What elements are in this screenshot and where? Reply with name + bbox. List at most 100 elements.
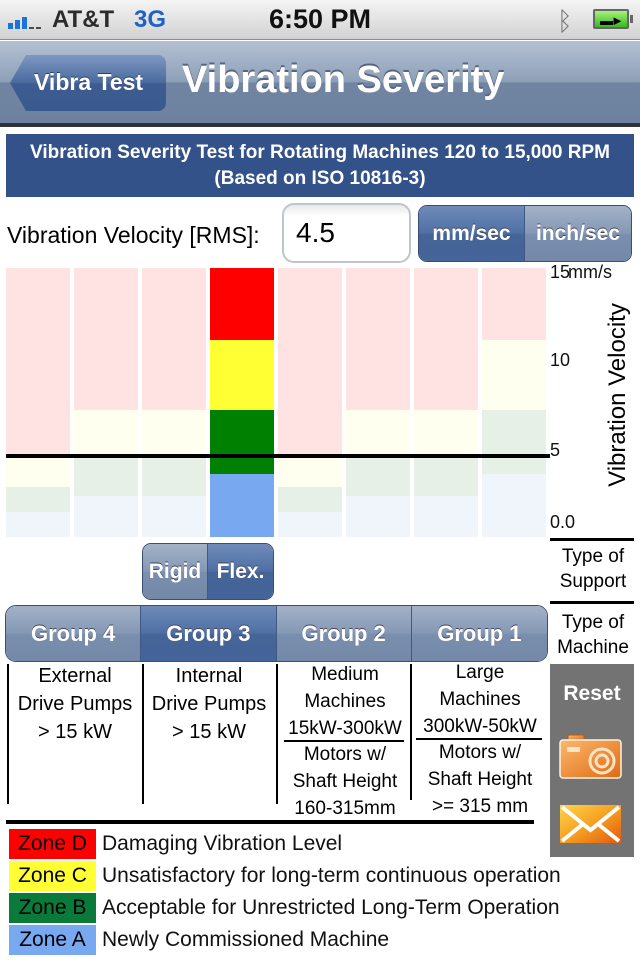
- y-tick-5: 5: [550, 440, 561, 460]
- desc-line: Machines: [304, 691, 386, 712]
- chart-column-group-3-rigid: [142, 268, 206, 537]
- zone-d-description: Damaging Vibration Level: [102, 832, 343, 855]
- desc-line: Drive Pumps: [17, 693, 133, 715]
- desc-line: External: [38, 665, 112, 687]
- back-button-label: Vibra Test: [34, 69, 144, 95]
- unit-mm-sec[interactable]: mm/sec: [419, 206, 525, 261]
- test-info-banner: Vibration Severity Test for Rotating Mac…: [6, 134, 634, 197]
- desc-line: Motors w/: [303, 744, 387, 765]
- zone-c-description: Unsatisfactory for long-term continuous …: [102, 864, 561, 887]
- mail-icon[interactable]: [559, 804, 622, 844]
- chart-column-group-2-flex: [346, 268, 410, 537]
- machine-row-label: Type of Machine: [552, 610, 634, 660]
- zone-a-bar: [74, 495, 138, 537]
- desc-line: > 15 kW: [38, 721, 112, 743]
- velocity-label: Vibration Velocity [RMS]:: [7, 222, 260, 248]
- zone-c-bar: [414, 409, 478, 457]
- velocity-input[interactable]: [282, 203, 411, 263]
- zone-d-bar: [278, 268, 342, 457]
- support-flex[interactable]: Flex.: [208, 544, 273, 599]
- desc-line: >= 315 mm: [431, 796, 529, 817]
- group-3-description: Internal Drive Pumps > 15 kW: [144, 662, 274, 746]
- bluetooth-icon: ᛒ: [557, 6, 573, 36]
- support-rigid[interactable]: Rigid: [143, 544, 208, 599]
- zone-a-bar: [414, 495, 478, 537]
- group-4-tab[interactable]: Group 4: [6, 606, 142, 661]
- zone-c-swatch: Zone C: [9, 861, 96, 891]
- zone-d-swatch: Zone D: [9, 829, 96, 859]
- zone-c-bar: [6, 456, 70, 487]
- y-unit-label: mm/s: [568, 262, 612, 282]
- zone-d-bar: [210, 268, 274, 340]
- legend-item-zone-d: Zone D Damaging Vibration Level: [9, 829, 342, 859]
- desc-line: Shaft Height: [292, 771, 398, 792]
- status-bar: AT&T 3G 6:50 PM ᛒ ▬►: [0, 0, 640, 40]
- group-2-tab[interactable]: Group 2: [276, 606, 412, 661]
- zone-c-bar: [278, 456, 342, 487]
- zone-b-bar: [414, 456, 478, 496]
- row-divider: [550, 601, 634, 604]
- zone-a-bar: [278, 511, 342, 537]
- zone-a-bar: [482, 474, 546, 537]
- zone-c-bar: [210, 339, 274, 410]
- back-button[interactable]: Vibra Test: [10, 55, 166, 111]
- battery-charging-icon: ▬►: [593, 9, 633, 29]
- unit-inch-sec[interactable]: inch/sec: [525, 206, 631, 261]
- page-title: Vibration Severity: [182, 59, 505, 101]
- zone-b-bar: [6, 486, 70, 512]
- support-row-label-text: Type of Support: [559, 546, 627, 592]
- zone-c-bar: [346, 409, 410, 457]
- y-tick-10: 10: [550, 350, 571, 370]
- desc-line: Shaft Height: [427, 769, 533, 790]
- chart-column-group-3-flex: [210, 268, 274, 537]
- group-4-description: External Drive Pumps > 15 kW: [8, 662, 142, 746]
- machine-row-label-text: Type of Machine: [557, 612, 629, 658]
- banner-line-1: Vibration Severity Test for Rotating Mac…: [29, 142, 611, 163]
- zone-b-description: Acceptable for Unrestricted Long-Term Op…: [102, 896, 560, 919]
- zone-b-swatch: Zone B: [9, 893, 96, 923]
- legend-item-zone-a: Zone A Newly Commissioned Machine: [9, 925, 389, 955]
- zone-d-bar: [74, 268, 138, 410]
- desc-line: Drive Pumps: [151, 693, 267, 715]
- camera-icon[interactable]: [559, 734, 622, 779]
- reset-button[interactable]: Reset: [550, 682, 634, 706]
- desc-line: 160-315mm: [294, 798, 396, 819]
- desc-line: Medium: [311, 664, 379, 685]
- group-3-tab[interactable]: Group 3: [141, 606, 277, 661]
- chart-baseline: [550, 538, 634, 541]
- group-1-description-bottom: Motors w/ Shaft Height >= 315 mm: [412, 739, 548, 820]
- zone-b-bar: [278, 486, 342, 512]
- chart-column-group-4-rigid: [6, 268, 70, 537]
- chart-column-group-1-rigid: [414, 268, 478, 537]
- desc-line: Internal: [175, 665, 243, 687]
- y-axis-label: Vibration Velocity: [604, 303, 631, 487]
- legend-item-zone-c: Zone C Unsatisfactory for long-term cont…: [9, 861, 561, 891]
- support-row-label: Type of Support: [552, 544, 634, 594]
- action-panel: Reset: [550, 664, 634, 857]
- machine-group-segmented-control: Group 4 Group 3 Group 2 Group 1: [5, 605, 548, 662]
- desc-line: Motors w/: [438, 742, 522, 763]
- legend-item-zone-b: Zone B Acceptable for Unrestricted Long-…: [9, 893, 560, 923]
- zone-d-bar: [482, 268, 546, 340]
- support-segmented-control: Rigid Flex.: [142, 543, 274, 600]
- chart-column-group-2-rigid: [278, 268, 342, 537]
- status-time: 6:50 PM: [268, 4, 372, 34]
- zone-a-bar: [142, 495, 206, 537]
- zone-b-bar: [142, 456, 206, 496]
- navigation-bar: Vibra Test Vibration Severity: [0, 41, 640, 127]
- measured-value-line: [6, 454, 550, 459]
- zone-b-bar: [346, 456, 410, 496]
- zone-a-bar: [6, 511, 70, 537]
- desc-line: Machines: [439, 689, 521, 710]
- unit-segmented-control: mm/sec inch/sec: [418, 205, 632, 262]
- group-2-description-bottom: Motors w/ Shaft Height 160-315mm: [278, 741, 412, 822]
- desc-line: Large: [455, 662, 505, 683]
- zone-a-bar: [210, 474, 274, 537]
- group-1-tab[interactable]: Group 1: [411, 606, 547, 661]
- severity-chart: 15 mm/s 10 5 0.0 Vibration Velocity: [0, 262, 640, 538]
- zone-b-bar: [210, 409, 274, 475]
- y-tick-0: 0.0: [550, 512, 576, 532]
- zone-d-bar: [346, 268, 410, 410]
- zone-a-description: Newly Commissioned Machine: [102, 928, 390, 951]
- desc-line: 300kW-50kW: [423, 716, 537, 737]
